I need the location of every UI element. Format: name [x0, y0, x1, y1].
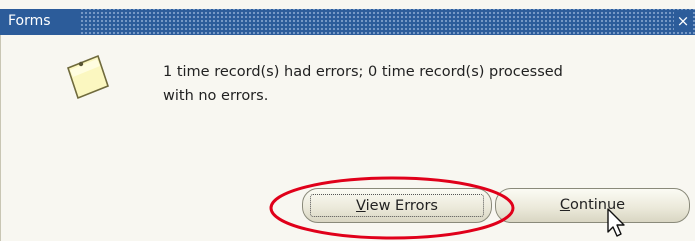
close-icon[interactable]: × [674, 12, 692, 30]
window-title: Forms [8, 13, 59, 29]
dialog-window: Forms × 1 time record(s) had errors; 0 t… [0, 0, 695, 241]
message-text: 1 time record(s) had errors; 0 time reco… [163, 60, 688, 108]
message-line-1: 1 time record(s) had errors; 0 time reco… [163, 64, 563, 80]
mouse-pointer-icon [607, 208, 625, 237]
title-bar[interactable]: Forms × [0, 9, 695, 35]
continue-mnemonic: C [559, 197, 571, 213]
annotation-ellipse [269, 176, 515, 240]
note-icon [67, 54, 109, 100]
continue-button[interactable]: Continue [495, 188, 690, 223]
message-line-2: with no errors. [163, 88, 269, 104]
